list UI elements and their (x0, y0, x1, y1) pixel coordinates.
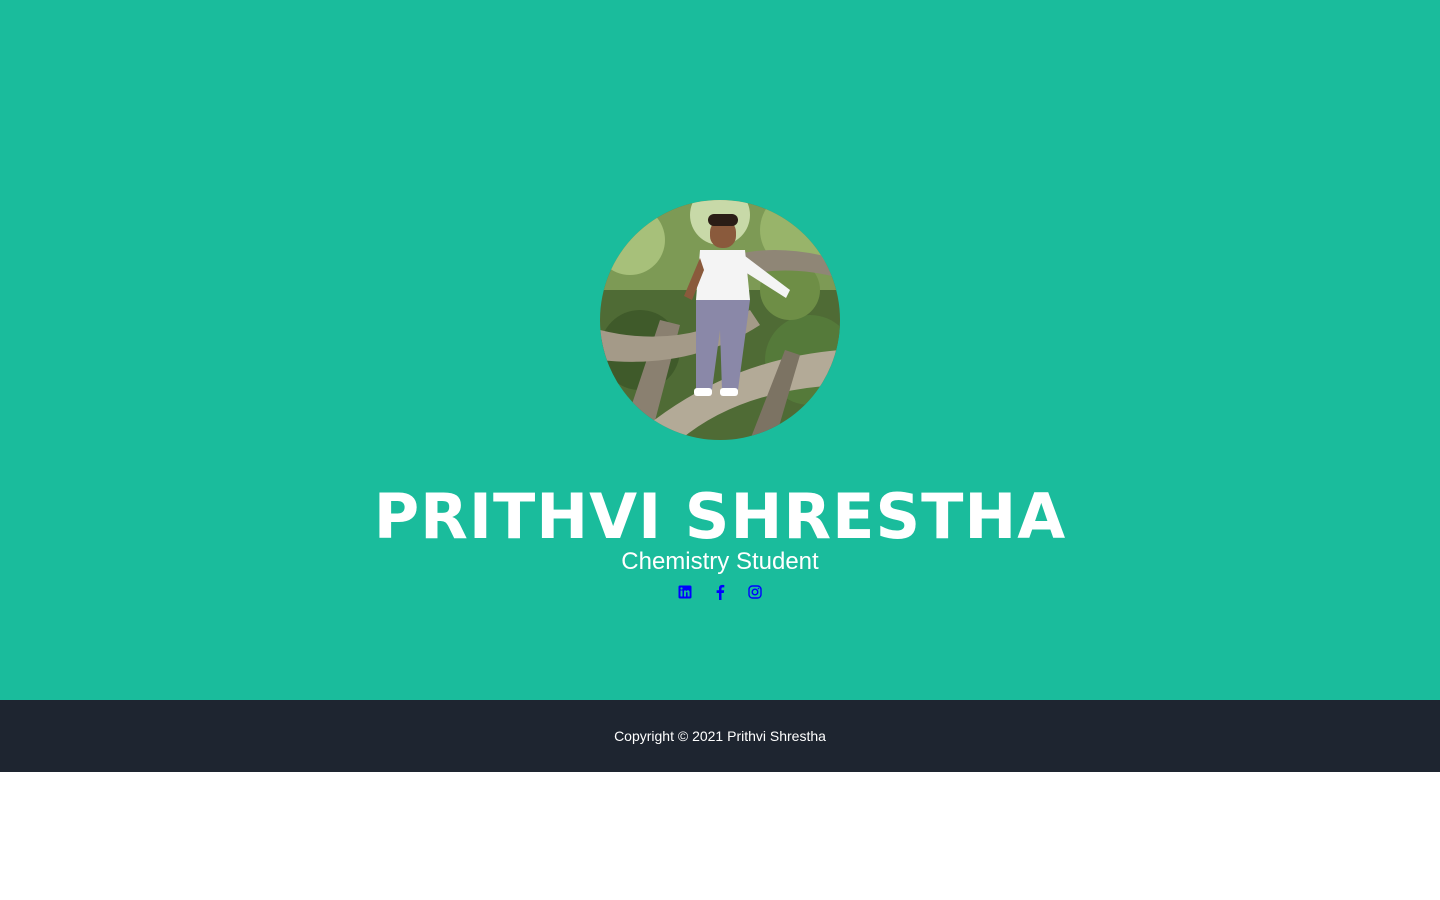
facebook-link[interactable] (703, 580, 737, 604)
profile-avatar (600, 200, 840, 440)
profile-photo (600, 200, 840, 440)
page-subtitle: Chemistry Student (621, 548, 819, 575)
social-links (668, 580, 772, 604)
instagram-icon (748, 585, 762, 599)
copyright-text: Copyright © 2021 Prithvi Shrestha (614, 728, 826, 744)
instagram-link[interactable] (738, 580, 772, 604)
footer: Copyright © 2021 Prithvi Shrestha (0, 700, 1440, 772)
facebook-icon (716, 584, 725, 600)
hero-section: PRITHVI SHRESTHA Chemistry Student (0, 0, 1440, 700)
linkedin-link[interactable] (668, 580, 702, 604)
linkedin-icon (678, 585, 692, 599)
page-title: PRITHVI SHRESTHA (373, 480, 1067, 553)
